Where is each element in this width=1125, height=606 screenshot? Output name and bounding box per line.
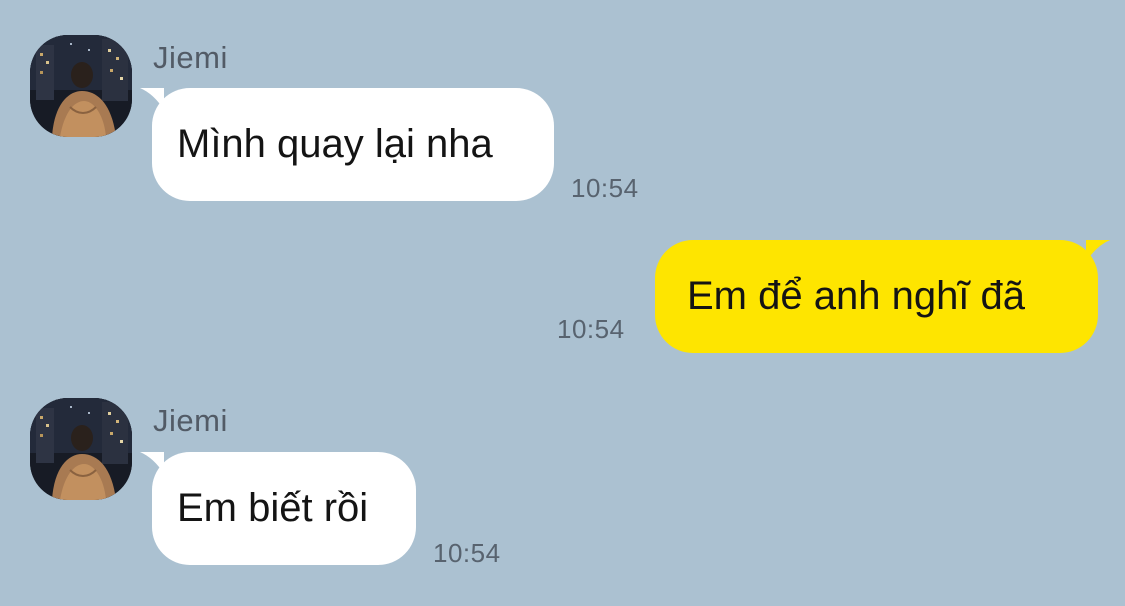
avatar[interactable] <box>30 398 132 500</box>
message-timestamp: 10:54 <box>433 538 501 568</box>
message-bubble-incoming[interactable]: Em biết rồi <box>140 452 416 565</box>
message-bubble-incoming[interactable]: Mình quay lại nha <box>140 88 554 201</box>
bubble-tail <box>140 452 164 474</box>
sender-name: Jiemi <box>153 403 228 438</box>
profile-photo-icon <box>30 35 132 137</box>
message-bubble-outgoing[interactable]: Em để anh nghĩ đã <box>655 240 1110 353</box>
profile-photo-icon <box>30 398 132 500</box>
bubble-tail <box>140 88 164 110</box>
message-text: Mình quay lại nha <box>177 122 493 166</box>
message-text: Em để anh nghĩ đã <box>687 274 1026 318</box>
avatar[interactable] <box>30 35 132 137</box>
chat-conversation: Jiemi Mình quay lại nha 10:54 10:54 Em đ… <box>0 0 1125 606</box>
message-timestamp: 10:54 <box>571 173 639 203</box>
message-timestamp: 10:54 <box>557 314 625 344</box>
bubble-tail <box>1086 240 1110 262</box>
sender-name: Jiemi <box>153 40 228 75</box>
message-text: Em biết rồi <box>177 486 369 530</box>
